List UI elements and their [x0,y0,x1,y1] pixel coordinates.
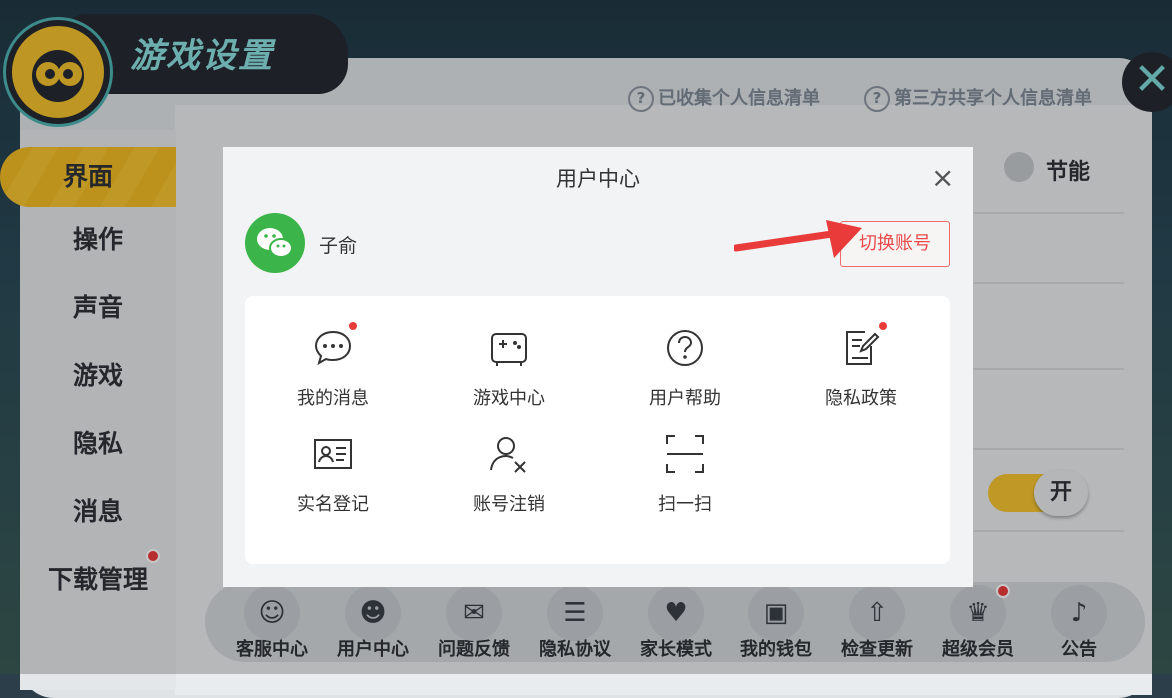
user-help-item[interactable]: 用户帮助 [597,326,773,410]
question-circle-icon [663,326,707,370]
item-label: 账号注销 [473,494,545,515]
game-center-item[interactable]: 游戏中心 [421,326,597,410]
close-icon[interactable]: × [931,161,954,194]
real-name-item[interactable]: 实名登记 [245,432,421,516]
user-name: 子俞 [319,235,358,257]
gamepad-icon [487,326,531,370]
item-label: 我的消息 [297,388,369,409]
my-messages-item[interactable]: 我的消息 [245,322,421,410]
red-arrow-annotation [734,220,862,258]
edit-document-icon [839,322,887,370]
user-remove-icon [487,432,531,476]
id-card-icon [311,432,355,476]
notification-dot [879,322,887,330]
item-label: 扫一扫 [658,494,712,515]
notification-dot [349,322,357,330]
item-label: 实名登记 [297,494,369,515]
item-label: 隐私政策 [825,388,897,409]
user-center-grid: 我的消息 游戏中心 用户帮助 隐私政策 实名登记 账号注销 扫一扫 [245,296,950,564]
chat-bubble-icon [311,322,357,370]
cancel-account-item[interactable]: 账号注销 [421,432,597,516]
wechat-avatar-icon [245,213,305,273]
scan-icon [663,432,707,476]
privacy-policy-item[interactable]: 隐私政策 [773,322,949,410]
dialog-title: 用户中心 [556,167,640,191]
item-label: 游戏中心 [473,388,545,409]
user-center-dialog: 用户中心 × 子俞 切换账号 我的消息 游戏中心 用户帮助 隐私政策 实名登记 … [223,147,973,587]
scan-item[interactable]: 扫一扫 [597,432,773,516]
item-label: 用户帮助 [649,388,721,409]
